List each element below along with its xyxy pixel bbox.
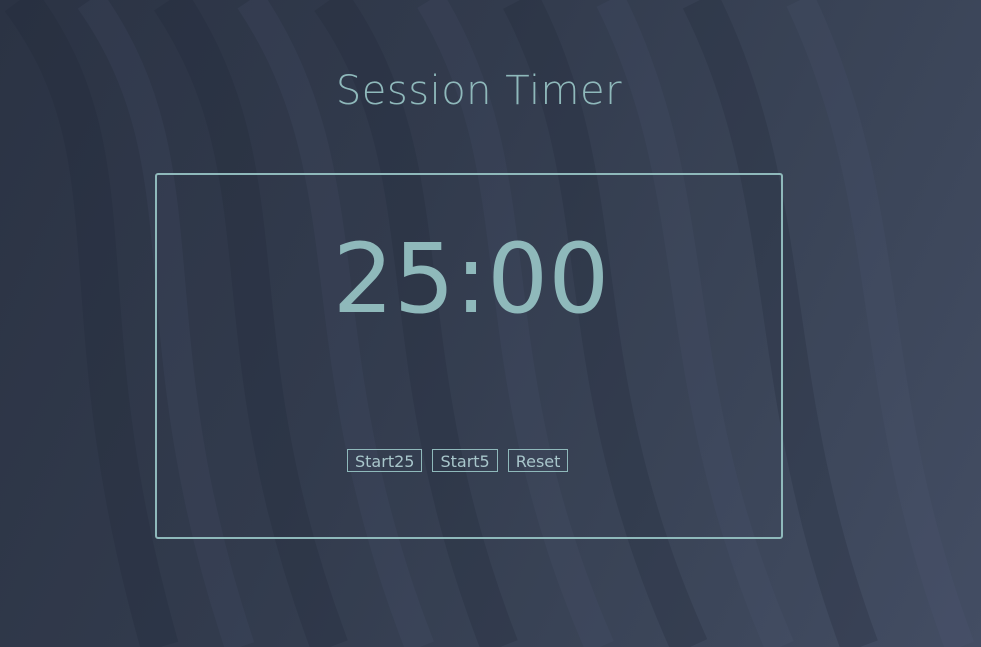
reset-button[interactable]: Reset xyxy=(507,449,569,472)
timer-controls: Start25 Start5 Reset xyxy=(347,449,569,472)
page-title: Session Timer xyxy=(335,68,623,114)
timer-display: 25:00 xyxy=(332,223,610,335)
start5-button[interactable]: Start5 xyxy=(432,449,498,472)
start25-button[interactable]: Start25 xyxy=(347,449,423,472)
timer-panel: 25:00 Start25 Start5 Reset xyxy=(155,173,783,539)
